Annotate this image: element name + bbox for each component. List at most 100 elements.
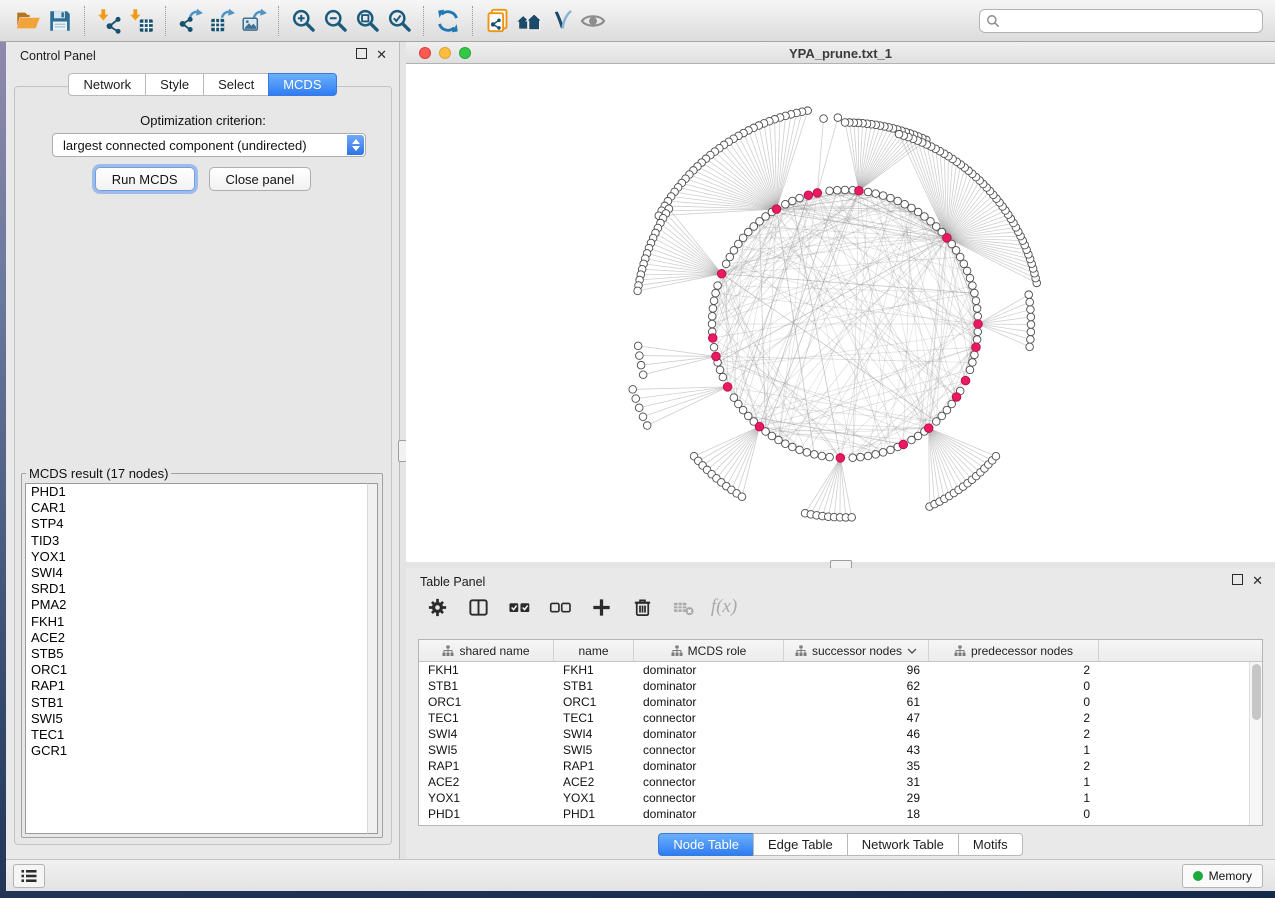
table-scrollbar-thumb[interactable] [1252, 664, 1261, 720]
mcds-result-item[interactable]: FKH1 [26, 614, 367, 630]
network-leaf-node[interactable] [820, 115, 828, 123]
network-leaf-node[interactable] [632, 395, 640, 403]
close-mcds-panel-button[interactable]: Close panel [209, 167, 312, 191]
mcds-result-item[interactable]: PHD1 [26, 484, 367, 500]
table-cell[interactable]: 2 [929, 726, 1099, 742]
network-leaf-node[interactable] [1027, 306, 1035, 314]
table-cell[interactable]: ACE2 [419, 774, 554, 790]
table-cell[interactable]: SWI5 [419, 742, 554, 758]
column-header-name[interactable]: name [554, 640, 634, 661]
table-cell[interactable]: SWI5 [554, 742, 634, 758]
network-node[interactable] [960, 260, 968, 268]
network-node[interactable] [901, 200, 909, 208]
network-node[interactable] [887, 446, 895, 454]
network-leaf-node[interactable] [629, 386, 637, 394]
table-tab-node-table[interactable]: Node Table [658, 833, 754, 856]
network-node[interactable] [849, 454, 857, 462]
mcds-result-item[interactable]: STB1 [26, 695, 367, 711]
network-node[interactable] [841, 186, 849, 194]
network-leaf-node[interactable] [634, 287, 642, 295]
apply-layout-button[interactable] [432, 4, 464, 38]
network-leaf-node[interactable] [643, 422, 651, 430]
table-cell[interactable]: 2 [929, 710, 1099, 726]
delete-columns-button[interactable] [629, 594, 655, 620]
table-cell[interactable]: FKH1 [419, 662, 554, 678]
export-table-button[interactable] [206, 4, 238, 38]
network-mcds-node[interactable] [717, 270, 726, 279]
mcds-result-item[interactable]: SWI4 [26, 565, 367, 581]
table-cell[interactable]: RAP1 [554, 758, 634, 774]
network-mcds-node[interactable] [943, 234, 952, 243]
table-cell[interactable]: TEC1 [419, 710, 554, 726]
table-cell[interactable]: 96 [784, 662, 929, 678]
network-node[interactable] [966, 274, 974, 282]
network-mcds-node[interactable] [974, 320, 983, 329]
close-panel-icon[interactable]: ✕ [376, 48, 387, 62]
network-leaf-node[interactable] [1027, 336, 1035, 344]
table-cell[interactable]: 43 [784, 742, 929, 758]
show-hide-panels-button[interactable] [513, 4, 545, 38]
network-node[interactable] [826, 453, 834, 461]
network-mcds-node[interactable] [972, 343, 981, 352]
network-node[interactable] [782, 440, 790, 448]
table-cell[interactable]: SWI4 [419, 726, 554, 742]
network-node[interactable] [872, 451, 880, 459]
table-tab-motifs[interactable]: Motifs [958, 833, 1023, 856]
table-cell[interactable]: 1 [929, 742, 1099, 758]
network-mcds-node[interactable] [855, 186, 864, 195]
run-mcds-button[interactable]: Run MCDS [95, 167, 195, 191]
network-leaf-node[interactable] [895, 130, 903, 138]
network-node[interactable] [963, 267, 971, 275]
network-node[interactable] [712, 289, 720, 297]
zoom-selected-button[interactable] [383, 4, 415, 38]
table-cell[interactable]: ACE2 [554, 774, 634, 790]
mcds-result-item[interactable]: SRD1 [26, 581, 367, 597]
network-node[interactable] [864, 452, 872, 460]
table-cell[interactable]: PHD1 [554, 806, 634, 822]
close-table-panel-icon[interactable]: ✕ [1252, 574, 1263, 588]
table-cell[interactable]: 0 [929, 694, 1099, 710]
mcds-list-scrollbar[interactable] [367, 483, 378, 834]
mcds-result-item[interactable]: TEC1 [26, 727, 367, 743]
network-mcds-node[interactable] [924, 424, 933, 433]
network-node[interactable] [716, 366, 724, 374]
zoom-fit-button[interactable] [351, 4, 383, 38]
network-node[interactable] [826, 187, 834, 195]
network-leaf-node[interactable] [637, 361, 645, 369]
float-table-panel-icon[interactable] [1232, 574, 1243, 585]
network-node[interactable] [974, 312, 982, 320]
table-cell[interactable]: YOX1 [554, 790, 634, 806]
network-leaf-node[interactable] [635, 404, 643, 412]
mcds-result-item[interactable]: CAR1 [26, 500, 367, 516]
network-node[interactable] [708, 320, 716, 328]
mcds-result-item[interactable]: STB5 [26, 646, 367, 662]
mcds-result-item[interactable]: ACE2 [26, 630, 367, 646]
column-header-predecessor-nodes[interactable]: predecessor nodes [929, 640, 1099, 661]
memory-button[interactable]: Memory [1182, 864, 1263, 888]
table-cell[interactable]: 0 [929, 678, 1099, 694]
table-cell[interactable]: YOX1 [419, 790, 554, 806]
network-node[interactable] [710, 297, 718, 305]
network-mcds-node[interactable] [952, 393, 961, 402]
network-node[interactable] [973, 336, 981, 344]
network-mcds-node[interactable] [804, 191, 813, 200]
network-mcds-node[interactable] [712, 352, 721, 361]
network-node[interactable] [969, 359, 977, 367]
network-node[interactable] [789, 443, 797, 451]
network-canvas[interactable] [406, 64, 1275, 562]
mcds-result-item[interactable]: ORC1 [26, 662, 367, 678]
table-row[interactable]: ACE2ACE2connector311 [419, 774, 1249, 790]
network-node[interactable] [719, 373, 727, 381]
table-cell[interactable]: ORC1 [554, 694, 634, 710]
unselect-all-rows-button[interactable] [547, 594, 573, 620]
network-node[interactable] [872, 190, 880, 198]
network-node[interactable] [887, 194, 895, 202]
table-cell[interactable]: 1 [929, 774, 1099, 790]
table-cell[interactable]: 0 [929, 806, 1099, 822]
network-mcds-node[interactable] [961, 376, 970, 385]
mcds-result-item[interactable]: TID3 [26, 533, 367, 549]
table-cell[interactable]: connector [634, 710, 784, 726]
table-row[interactable]: RAP1RAP1dominator352 [419, 758, 1249, 774]
table-cell[interactable]: dominator [634, 726, 784, 742]
mcds-result-item[interactable]: SWI5 [26, 711, 367, 727]
